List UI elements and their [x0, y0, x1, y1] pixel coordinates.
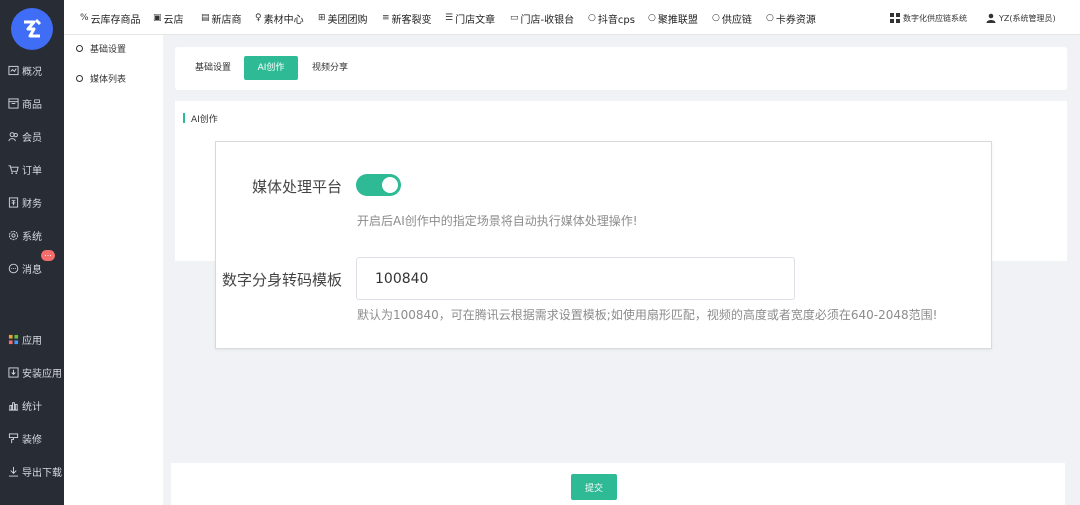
sidebar-item-decorate[interactable]: 装修	[0, 426, 64, 450]
sidebar-item-label: 商品	[22, 99, 42, 111]
sidebar-item-goods[interactable]: 商品	[0, 91, 64, 115]
dashboard-icon	[8, 65, 19, 75]
store-icon: ▤	[201, 13, 210, 23]
download-icon	[8, 466, 19, 477]
tabs-bar: 基础设置 AI创作 视频分享	[175, 47, 1067, 90]
gear-icon	[8, 230, 19, 240]
sidebar-item-apps[interactable]: 应用	[0, 327, 64, 351]
topnav-item-douyin[interactable]: ○ 抖音cps	[588, 11, 635, 26]
sidebar-item-label: 应用	[22, 335, 42, 347]
sidebar-item-messages[interactable]: 消息	[0, 256, 64, 280]
sidebar-item-label: 统计	[22, 401, 42, 413]
sidebar-item-label: 装修	[22, 434, 42, 446]
sidebar-item-system[interactable]: 系统	[0, 223, 64, 247]
list-icon: ≡	[382, 13, 390, 23]
section-title: AI创作	[183, 113, 218, 125]
message-count-badge: ...	[41, 250, 55, 261]
user-icon	[986, 13, 996, 23]
ai-settings-form: 媒体处理平台 开启后AI创作中的指定场景将自动执行媒体处理操作! 数字分身转码模…	[215, 141, 992, 349]
sidebar-item-install[interactable]: 安装应用	[0, 360, 64, 384]
goods-icon	[8, 97, 19, 109]
link-icon: %	[80, 13, 89, 23]
media-platform-label: 媒体处理平台	[251, 178, 342, 196]
sidebar-item-members[interactable]: 会员	[0, 124, 64, 148]
circle-icon	[76, 44, 83, 52]
submenu-item-basic-settings[interactable]: 基础设置	[76, 41, 126, 55]
title-accent-bar	[183, 113, 185, 123]
circle-icon	[76, 74, 83, 82]
topnav-item-coupons[interactable]: ○ 卡券资源	[766, 11, 816, 26]
cart-icon	[8, 164, 19, 174]
tab-ai-creation[interactable]: AI创作	[244, 56, 298, 80]
sidebar-item-label: 财务	[22, 198, 42, 210]
sidebar-item-label: 会员	[22, 132, 42, 144]
system-switch[interactable]: 数字化供应链系统	[890, 11, 967, 25]
decorate-icon	[8, 432, 19, 443]
topnav-item-supply-chain[interactable]: ○ 供应链	[712, 11, 752, 26]
topnav-item-cashier[interactable]: ▭ 门店-收银台	[510, 11, 574, 26]
logo-icon	[24, 18, 42, 38]
circle-icon: ○	[648, 13, 656, 23]
sidebar-item-stats[interactable]: 统计	[0, 393, 64, 417]
circle-icon: ○	[588, 13, 596, 23]
sidebar-item-label: 订单	[22, 165, 42, 177]
template-label: 数字分身转码模板	[221, 271, 342, 289]
sidebar-item-download[interactable]: 导出下载	[0, 459, 64, 483]
sidebar-item-label: 消息	[22, 264, 42, 276]
circle-icon: ○	[766, 13, 774, 23]
plus-box-icon: ⊞	[318, 13, 326, 23]
user-menu[interactable]: YZ(系统管理员)	[986, 11, 1056, 25]
image-icon: ▣	[153, 13, 162, 23]
media-platform-toggle[interactable]	[356, 174, 401, 196]
submenu-item-media-list[interactable]: 媒体列表	[76, 71, 126, 85]
topnav-item-alliance[interactable]: ○ 聚推联盟	[648, 11, 698, 26]
grid-icon	[890, 13, 900, 23]
template-input[interactable]	[356, 257, 795, 300]
secondary-menu: 基础设置 媒体列表	[64, 35, 163, 505]
message-icon	[8, 263, 19, 273]
toggle-knob	[382, 177, 398, 193]
app-logo[interactable]	[11, 8, 53, 50]
sidebar-item-finance[interactable]: 财务	[0, 190, 64, 214]
topnav-item-cloud-stock[interactable]: % 云库存商品	[80, 11, 141, 26]
topnav-item-meituan[interactable]: ⊞ 美团团购	[318, 11, 368, 26]
topnav-item-fission[interactable]: ≡ 新客裂变	[382, 11, 432, 26]
sidebar-item-label: 导出下载	[22, 467, 62, 479]
sidebar-item-label: 系统	[22, 231, 42, 243]
topnav-item-new-merchant[interactable]: ▤ 新店商	[201, 11, 242, 26]
template-hint: 默认为100840，可在腾讯云根据需求设置模板;如使用扇形匹配，视频的高度或者宽…	[357, 308, 938, 322]
sidebar-item-label: 安装应用	[22, 368, 62, 380]
sidebar-item-orders[interactable]: 订单	[0, 157, 64, 181]
sidebar-item-overview[interactable]: 概况	[0, 58, 64, 82]
circle-icon: ○	[712, 13, 720, 23]
apps-icon	[8, 334, 19, 344]
cashier-icon: ▭	[510, 13, 519, 23]
footer-bar: 提交	[171, 463, 1065, 505]
topnav-item-material[interactable]: ♀ 素材中心	[255, 11, 304, 26]
material-icon: ♀	[255, 13, 262, 23]
topnav-item-cloud-store[interactable]: ▣ 云店	[153, 11, 184, 26]
topnav-item-articles[interactable]: ☰ 门店文章	[445, 11, 495, 26]
submit-button[interactable]: 提交	[571, 474, 617, 500]
tab-basic-settings[interactable]: 基础设置	[187, 56, 239, 80]
main-sidebar: 概况 商品 会员 订单 财务 系统 消息 ... 应用 安装应用 统计 装修 导…	[0, 0, 64, 505]
top-navbar: % 云库存商品 ▣ 云店 ▤ 新店商 ♀ 素材中心 ⊞ 美团团购 ≡ 新客裂变 ☰ 门店文章 …	[64, 0, 1080, 35]
tab-video-share[interactable]: 视频分享	[304, 56, 356, 80]
media-platform-hint: 开启后AI创作中的指定场景将自动执行媒体处理操作!	[357, 214, 638, 228]
members-icon	[8, 131, 18, 141]
sidebar-item-label: 概况	[22, 66, 42, 78]
finance-icon	[8, 196, 19, 208]
menu-icon: ☰	[445, 13, 454, 23]
stats-icon	[8, 401, 19, 411]
install-icon	[8, 366, 19, 378]
